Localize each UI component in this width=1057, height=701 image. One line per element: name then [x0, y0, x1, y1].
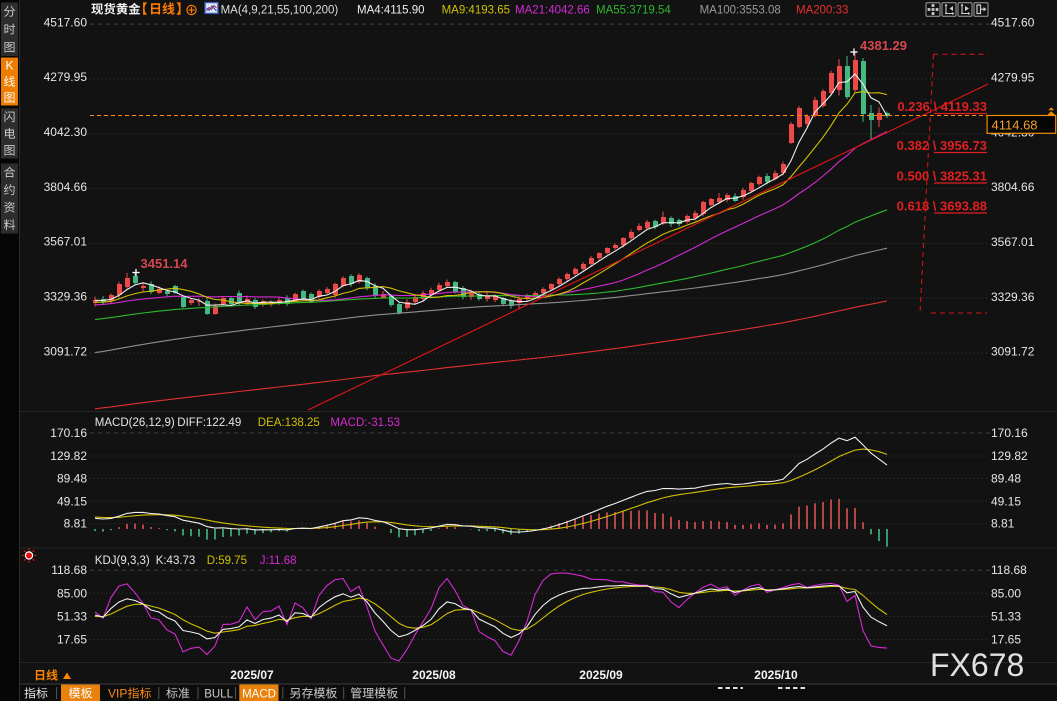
svg-text:49.15: 49.15 [57, 494, 87, 508]
svg-text:51.33: 51.33 [991, 609, 1021, 623]
svg-text:129.82: 129.82 [50, 449, 87, 463]
svg-text:MACD:-31.53: MACD:-31.53 [330, 417, 400, 429]
svg-text:8.81: 8.81 [64, 517, 88, 531]
svg-text:DIFF:122.49: DIFF:122.49 [177, 417, 241, 429]
svg-text:4279.95: 4279.95 [44, 70, 88, 84]
svg-text:MA9:4193.65: MA9:4193.65 [442, 5, 510, 17]
svg-text:4381.29: 4381.29 [860, 38, 907, 53]
svg-text:129.82: 129.82 [991, 449, 1028, 463]
svg-text:51.33: 51.33 [57, 609, 87, 623]
svg-text:170.16: 170.16 [50, 426, 87, 440]
svg-text:VIP: VIP [108, 687, 127, 701]
svg-text:FX678: FX678 [930, 647, 1024, 683]
svg-text:85.00: 85.00 [57, 586, 87, 600]
svg-text:89.48: 89.48 [57, 472, 87, 486]
svg-text:4042.30: 4042.30 [44, 125, 88, 139]
svg-text:17.65: 17.65 [57, 633, 87, 647]
svg-text:BULL: BULL [204, 689, 233, 701]
svg-text:3567.01: 3567.01 [991, 235, 1035, 249]
svg-text:MA21:4042.66: MA21:4042.66 [515, 5, 590, 17]
svg-text:4517.60: 4517.60 [44, 15, 88, 29]
svg-text:3091.72: 3091.72 [991, 345, 1035, 359]
svg-text:0.236 \ 4119.33: 0.236 \ 4119.33 [897, 99, 987, 114]
svg-text:4114.68: 4114.68 [992, 117, 1038, 132]
svg-text:0.618 \ 3693.88: 0.618 \ 3693.88 [897, 199, 987, 214]
svg-text:J:11.68: J:11.68 [260, 555, 297, 567]
svg-text:2025/07: 2025/07 [230, 668, 274, 682]
svg-text:0.382 \ 3956.73: 0.382 \ 3956.73 [897, 138, 987, 153]
svg-text:MACD: MACD [242, 689, 276, 701]
svg-text:2025/10: 2025/10 [754, 668, 798, 682]
svg-text:K: K [5, 59, 13, 73]
svg-text:KDJ(9,3,3): KDJ(9,3,3) [95, 555, 150, 567]
svg-text:2025/08: 2025/08 [412, 668, 456, 682]
svg-text:0.500 \ 3825.31: 0.500 \ 3825.31 [897, 169, 987, 184]
svg-text:118.68: 118.68 [51, 563, 87, 577]
svg-text:K:43.73: K:43.73 [156, 555, 196, 567]
svg-text:4279.95: 4279.95 [991, 71, 1035, 85]
svg-text:MACD(26,12,9): MACD(26,12,9) [95, 417, 175, 429]
svg-text:3329.36: 3329.36 [44, 289, 88, 303]
svg-text:3804.66: 3804.66 [991, 180, 1035, 194]
svg-text:4517.60: 4517.60 [991, 16, 1035, 30]
svg-text:118.68: 118.68 [991, 563, 1027, 577]
svg-text:2025/09: 2025/09 [579, 668, 623, 682]
svg-text:3451.14: 3451.14 [141, 256, 189, 271]
svg-text:49.15: 49.15 [991, 494, 1021, 508]
svg-text:8.81: 8.81 [991, 517, 1015, 531]
svg-text:3567.01: 3567.01 [44, 235, 88, 249]
svg-text:17.65: 17.65 [991, 633, 1021, 647]
svg-text:3091.72: 3091.72 [44, 344, 88, 358]
svg-text:3804.66: 3804.66 [44, 180, 88, 194]
svg-text:170.16: 170.16 [991, 426, 1028, 440]
svg-text:MA200:33: MA200:33 [796, 5, 848, 17]
svg-text:DEA:138.25: DEA:138.25 [258, 417, 320, 429]
svg-text:MA(4,9,21,55,100,200): MA(4,9,21,55,100,200) [221, 5, 339, 17]
svg-text:MA100:3553.08: MA100:3553.08 [700, 5, 781, 17]
svg-text:MA4:4115.90: MA4:4115.90 [357, 5, 425, 17]
svg-text:D:59.75: D:59.75 [207, 555, 247, 567]
svg-text:89.48: 89.48 [991, 472, 1021, 486]
svg-text:3329.36: 3329.36 [991, 290, 1035, 304]
svg-text:MA55:3719.54: MA55:3719.54 [596, 5, 671, 17]
svg-text:85.00: 85.00 [991, 586, 1021, 600]
